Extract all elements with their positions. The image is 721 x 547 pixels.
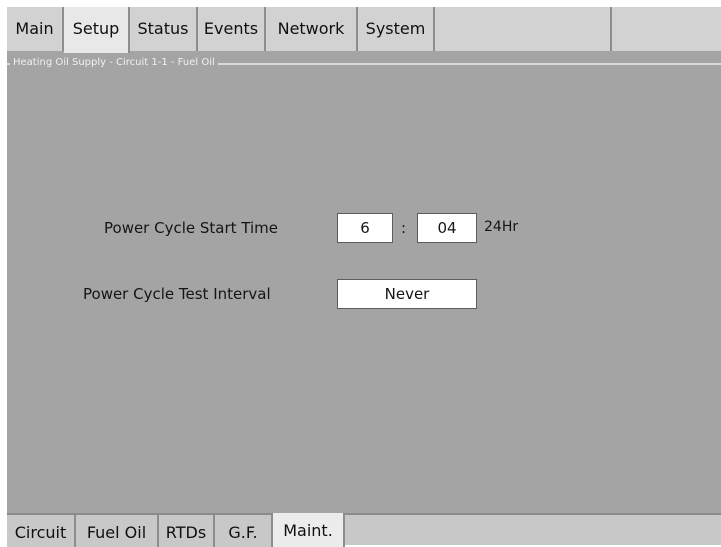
tab-setup[interactable]: Setup (64, 7, 130, 53)
tab-fuel-oil[interactable]: Fuel Oil (76, 515, 159, 547)
tab-system[interactable]: System (358, 7, 435, 51)
tab-empty-1[interactable] (435, 7, 612, 51)
tab-status[interactable]: Status (130, 7, 198, 51)
test-interval-field[interactable]: Never (337, 279, 477, 309)
power-cycle-start-time-label: Power Cycle Start Time (104, 219, 279, 237)
group-frame-title: Heating Oil Supply - Circuit 1-1 - Fuel … (10, 55, 218, 71)
top-tab-bar: Main Setup Status Events Network System (7, 7, 721, 53)
time-separator: : (401, 219, 407, 237)
tab-maint[interactable]: Maint. (273, 513, 345, 547)
tab-main[interactable]: Main (7, 7, 64, 51)
bottom-tab-bar: Circuit Fuel Oil RTDs G.F. Maint. (7, 513, 721, 547)
controller-screen: Main Setup Status Events Network System … (7, 7, 721, 547)
tab-events[interactable]: Events (198, 7, 266, 51)
start-minute-field[interactable]: 04 (417, 213, 477, 243)
tab-gf[interactable]: G.F. (215, 515, 273, 547)
tab-circuit[interactable]: Circuit (7, 515, 76, 547)
tab-network[interactable]: Network (266, 7, 358, 51)
tab-rtds[interactable]: RTDs (159, 515, 215, 547)
power-cycle-test-interval-label: Power Cycle Test Interval (83, 285, 271, 303)
tab-empty-2[interactable] (612, 7, 721, 51)
start-hour-field[interactable]: 6 (337, 213, 393, 243)
time-format-label: 24Hr (484, 219, 519, 235)
